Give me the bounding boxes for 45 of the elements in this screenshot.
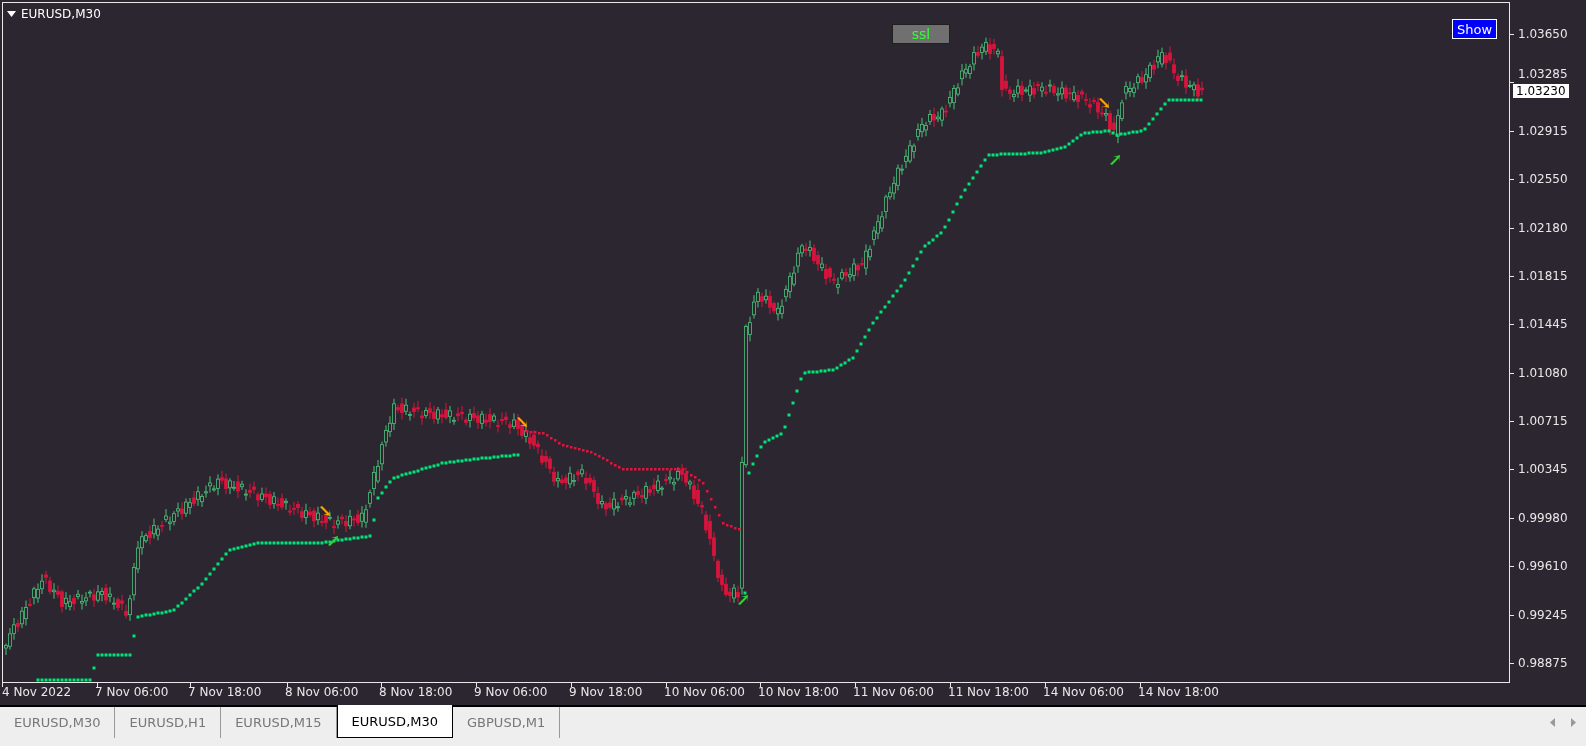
arrow-icon: [1110, 155, 1120, 165]
price-label: 1.02915: [1518, 123, 1568, 138]
time-label: 11 Nov 18:00: [948, 685, 1029, 699]
time-label: 11 Nov 06:00: [853, 685, 934, 699]
price-label: 1.02180: [1518, 220, 1568, 235]
chart-tab[interactable]: EURUSD,M30: [336, 705, 454, 738]
indicator-button[interactable]: ssl: [892, 24, 950, 44]
scroll-right-icon[interactable]: [1571, 718, 1576, 727]
price-label: 1.00715: [1518, 414, 1568, 429]
scroll-left-icon[interactable]: [1550, 718, 1555, 727]
time-label: 9 Nov 06:00: [474, 685, 548, 699]
price-label: 1.01815: [1518, 268, 1568, 283]
time-label: 8 Nov 06:00: [285, 685, 359, 699]
price-label: 1.00345: [1518, 462, 1568, 477]
current-price-tag: 1.03230: [1513, 84, 1569, 98]
time-label: 9 Nov 18:00: [569, 685, 643, 699]
price-label: 0.99610: [1518, 559, 1568, 574]
time-label: 7 Nov 18:00: [188, 685, 262, 699]
time-label: 7 Nov 06:00: [95, 685, 169, 699]
price-label: 1.02550: [1518, 172, 1568, 187]
price-label: 1.03650: [1518, 27, 1568, 41]
time-label: 8 Nov 18:00: [379, 685, 453, 699]
price-label: 0.98875: [1518, 655, 1568, 670]
arrow-icon: [328, 536, 338, 546]
chart-tab[interactable]: EURUSD,M15: [221, 707, 337, 738]
chart-tab[interactable]: GBPUSD,M1: [453, 707, 561, 738]
chart-tab[interactable]: EURUSD,H1: [115, 707, 222, 738]
price-label: 1.03285: [1518, 67, 1568, 82]
show-button[interactable]: Show: [1452, 19, 1498, 39]
price-label: 0.99245: [1518, 607, 1568, 622]
price-label: 1.01080: [1518, 365, 1568, 380]
price-label: 0.99980: [1518, 510, 1568, 525]
chart-tab[interactable]: EURUSD,M30: [0, 707, 116, 738]
arrow-icon: [1099, 98, 1109, 108]
time-label: 14 Nov 06:00: [1043, 685, 1124, 699]
time-label: 4 Nov 2022: [2, 685, 72, 699]
time-label: 10 Nov 06:00: [664, 685, 745, 699]
arrow-icon: [320, 506, 330, 516]
dropdown-icon[interactable]: [7, 11, 16, 17]
chart-title: EURUSD,M30: [21, 7, 101, 21]
price-label: 1.01445: [1518, 317, 1568, 332]
time-label: 10 Nov 18:00: [758, 685, 839, 699]
arrow-icon: [738, 595, 748, 605]
arrow-icon: [517, 417, 527, 427]
time-label: 14 Nov 18:00: [1138, 685, 1219, 699]
